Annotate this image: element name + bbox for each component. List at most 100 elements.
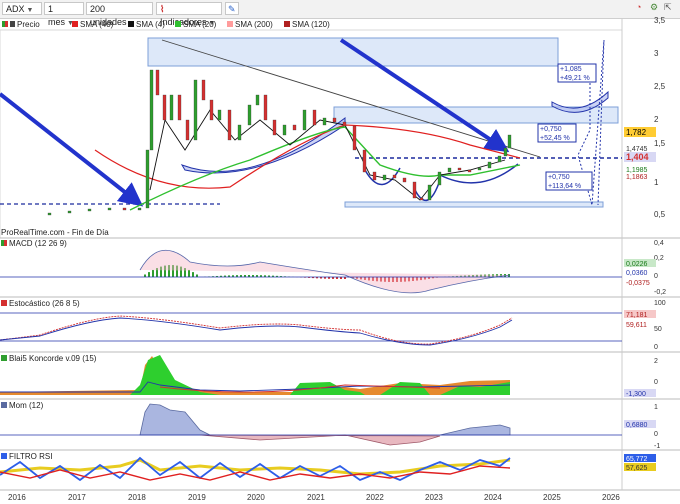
price-candle xyxy=(282,124,287,136)
macd-value: -0,0375 xyxy=(626,280,650,287)
price-candle xyxy=(322,117,327,126)
price-candle xyxy=(87,208,92,212)
price-candles xyxy=(47,69,512,216)
price-candle xyxy=(497,155,502,163)
stoch-axis: 100 50 0 xyxy=(654,300,666,351)
annotation-text: +49,21 % xyxy=(560,75,590,82)
target-zone-box xyxy=(147,37,559,67)
x-axis-tick: 2016 xyxy=(8,493,26,502)
macd-value: 0,0226 xyxy=(626,261,648,268)
macd-axis-tick: -0,2 xyxy=(654,289,666,296)
price-candle xyxy=(67,210,72,214)
momentum-axis-tick: -1 xyxy=(654,443,660,450)
price-candle xyxy=(237,124,242,141)
price-candle xyxy=(185,119,190,141)
price-candle xyxy=(437,171,442,186)
last-price-value: 1,782 xyxy=(626,128,647,137)
price-axis-tick: 1,5 xyxy=(654,139,666,148)
price-axis-tick: 1 xyxy=(654,178,659,187)
macd-axis-tick: 0,4 xyxy=(654,240,664,247)
price-candle xyxy=(302,109,307,131)
support-zone-box xyxy=(344,201,604,208)
x-axis-tick: 2021 xyxy=(307,493,325,502)
stoch-axis-tick: 100 xyxy=(654,300,666,307)
stoch-axis-tick: 50 xyxy=(654,326,662,333)
x-axis-tick: 2019 xyxy=(188,493,206,502)
price-candle xyxy=(392,174,397,179)
price-candle xyxy=(255,94,260,106)
momentum-negative-area xyxy=(199,434,441,446)
annotation-text: +0,750 xyxy=(540,126,562,133)
macd-bar xyxy=(192,272,194,277)
price-candle xyxy=(193,79,198,141)
macd-bar xyxy=(188,269,190,277)
price-axis-tick: 0,5 xyxy=(654,210,666,219)
price-candle xyxy=(352,125,357,151)
macd-axis: 0,4 0,2 0 -0,2 xyxy=(654,240,666,296)
price-candle xyxy=(402,177,407,183)
price-candle xyxy=(155,69,160,96)
price-axis-tick: 3,5 xyxy=(654,16,666,25)
level-value: 1,1985 xyxy=(626,167,648,174)
macd-value: 0,0360 xyxy=(626,270,648,277)
rsi-value: 57,625 xyxy=(626,465,648,472)
price-candle xyxy=(412,181,417,199)
price-candle xyxy=(217,109,222,121)
price-candle xyxy=(467,169,472,173)
koncorde-value: -1,300 xyxy=(626,391,646,398)
price-candle xyxy=(263,94,268,121)
price-candle xyxy=(427,184,432,201)
annotation-text: +113,64 % xyxy=(548,183,581,190)
momentum-axis-tick: 0 xyxy=(654,431,658,438)
price-candle xyxy=(503,147,508,157)
rsi-value: 65,772 xyxy=(626,456,648,463)
blue-arrow xyxy=(0,92,144,207)
price-candle xyxy=(507,134,512,149)
stoch-d-line xyxy=(0,315,513,345)
price-candle xyxy=(312,109,317,126)
price-candle xyxy=(342,121,347,127)
price-candle xyxy=(209,99,214,121)
koncorde-axis-tick: 0 xyxy=(654,379,658,386)
x-axis: 2016 2017 2018 2019 2020 2021 2022 2023 … xyxy=(8,493,620,502)
annotation-text: +52,45 % xyxy=(540,135,570,142)
macd-line xyxy=(139,249,511,294)
x-axis-tick: 2018 xyxy=(128,493,146,502)
x-axis-tick: 2025 xyxy=(543,493,561,502)
chart-canvas[interactable]: +1,085 +49,21 % +0,750 +52,45 % +0,750 +… xyxy=(0,0,680,504)
x-axis-tick: 2026 xyxy=(602,493,620,502)
price-candle xyxy=(477,167,482,171)
level-value: 1,1863 xyxy=(626,174,648,181)
price-candle xyxy=(149,69,154,151)
annotation-text: +1,085 xyxy=(560,66,582,73)
price-candle xyxy=(169,94,174,121)
price-candle xyxy=(457,167,462,171)
price-candle xyxy=(145,149,150,209)
x-axis-tick: 2022 xyxy=(366,493,384,502)
price-axis: 3,5 3 2,5 2 1,5 1 0,5 xyxy=(654,16,666,219)
price-axis-tick: 2 xyxy=(654,115,659,124)
price-candle xyxy=(47,212,52,216)
price-candle xyxy=(447,167,452,173)
price-candle xyxy=(122,207,127,211)
stoch-axis-tick: 0 xyxy=(654,344,658,351)
price-candle xyxy=(292,124,297,131)
x-axis-tick: 2024 xyxy=(484,493,502,502)
x-axis-tick: 2020 xyxy=(247,493,265,502)
price-candle xyxy=(227,109,232,141)
x-axis-tick: 2023 xyxy=(425,493,443,502)
price-candle xyxy=(162,94,167,121)
price-candle xyxy=(487,161,492,169)
stoch-value: 71,181 xyxy=(626,312,648,319)
momentum-positive-area xyxy=(139,403,211,436)
price-candle xyxy=(177,94,182,121)
macd-bar xyxy=(148,272,150,277)
price-candle xyxy=(107,207,112,211)
price-axis-tick: 3 xyxy=(654,49,659,58)
x-axis-tick: 2017 xyxy=(68,493,86,502)
macd-axis-tick: 0 xyxy=(654,273,658,280)
price-candle xyxy=(272,119,277,136)
price-candle xyxy=(247,104,252,126)
momentum-positive-area xyxy=(439,424,511,436)
price-candle xyxy=(419,197,424,201)
